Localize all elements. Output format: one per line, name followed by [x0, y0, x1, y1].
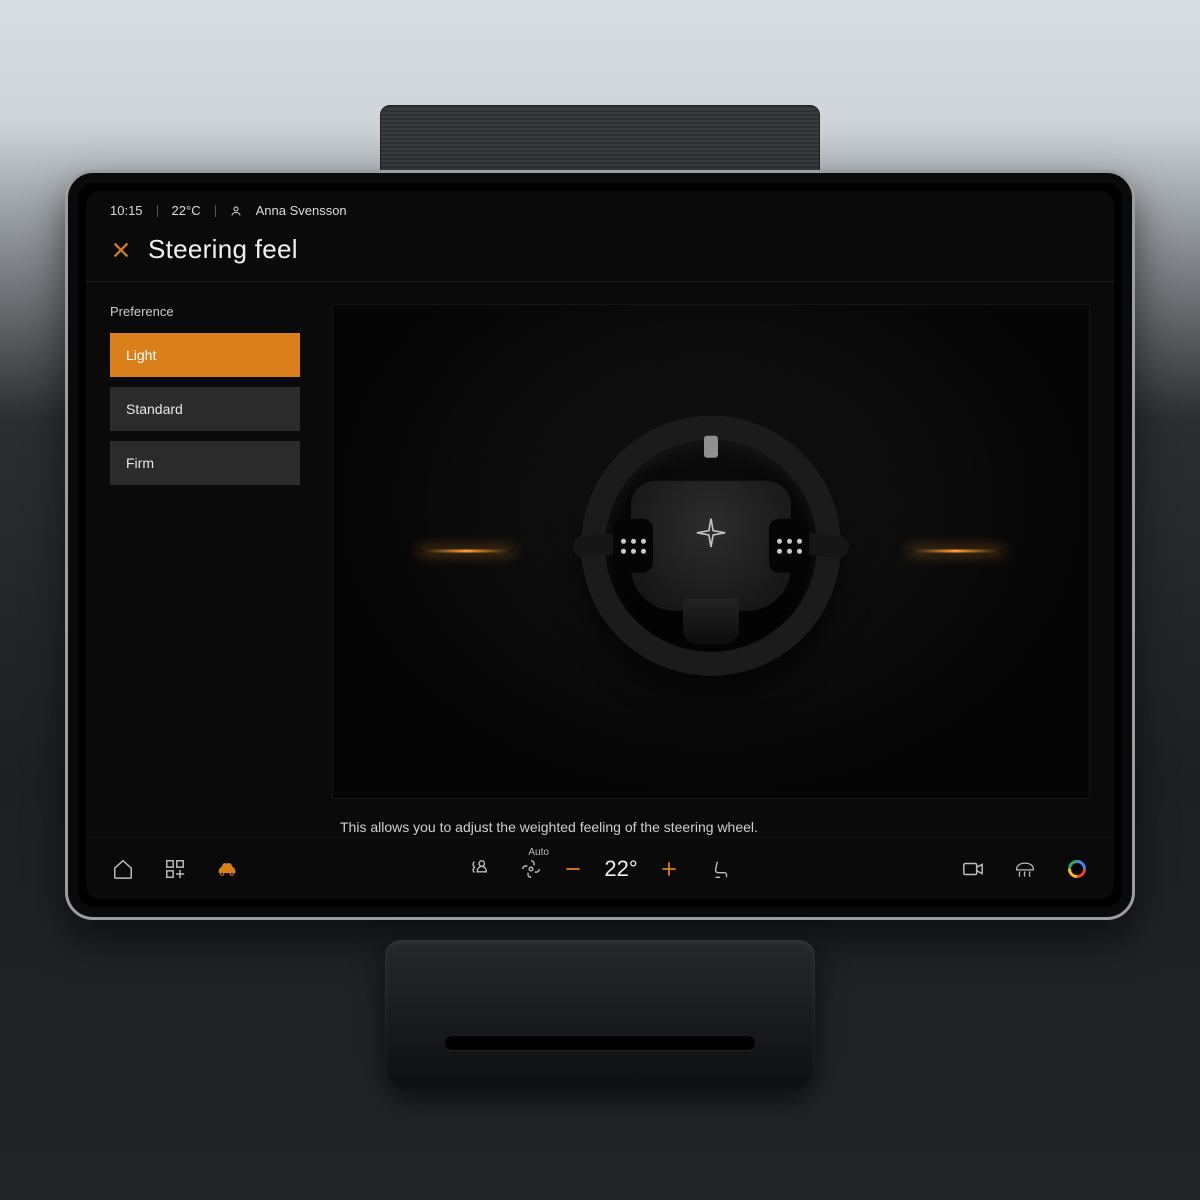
car-settings-icon[interactable] [216, 858, 238, 880]
preview-panel: This allows you to adjust the weighted f… [332, 304, 1090, 837]
apps-icon[interactable] [164, 858, 186, 880]
close-icon[interactable] [110, 239, 132, 261]
steering-wheel-graphic [581, 416, 841, 676]
preference-options: Light Standard Firm [110, 333, 300, 485]
polestar-logo-icon [694, 516, 728, 550]
preferences-panel: Preference Light Standard Firm [86, 282, 326, 837]
driver-seat-climate-icon[interactable] [468, 858, 490, 880]
screen: 10:15 22°C Anna Svensson Steering feel P… [86, 191, 1114, 899]
home-icon[interactable] [112, 858, 134, 880]
climate-temp-display: 22° [604, 856, 637, 882]
dashboard-speaker-grille [380, 105, 820, 175]
dashboard-tray [385, 940, 815, 1090]
steering-wheel-stage [332, 304, 1090, 799]
title-bar: Steering feel [86, 222, 1114, 282]
user-icon [230, 205, 242, 217]
fan-icon[interactable] [520, 858, 542, 880]
outside-temp: 22°C [172, 203, 201, 218]
status-bar: 10:15 22°C Anna Svensson [86, 191, 1114, 222]
page-title: Steering feel [148, 234, 298, 265]
indicator-glow-right [908, 550, 1003, 553]
dashboard-cd-slot [445, 1036, 755, 1050]
temp-decrease-button[interactable] [562, 858, 584, 880]
bottom-nav-bar: Auto 22° [86, 837, 1114, 899]
assistant-icon[interactable] [1066, 858, 1088, 880]
indicator-glow-left [419, 550, 514, 553]
climate-mode-label: Auto [528, 847, 549, 858]
section-label: Preference [110, 304, 326, 319]
defrost-icon[interactable] [1014, 858, 1036, 880]
temp-increase-button[interactable] [658, 858, 680, 880]
wheel-top-marker [704, 436, 718, 458]
camera-icon[interactable] [962, 858, 984, 880]
option-light[interactable]: Light [110, 333, 300, 377]
clock: 10:15 [110, 203, 143, 218]
content-body: Preference Light Standard Firm [86, 282, 1114, 837]
wheel-button-pod-right [769, 519, 809, 573]
wheel-hub [631, 481, 791, 611]
passenger-seat-climate-icon[interactable] [710, 858, 732, 880]
infotainment-tablet: 10:15 22°C Anna Svensson Steering feel P… [65, 170, 1135, 920]
user-name: Anna Svensson [256, 203, 347, 218]
climate-controls: Auto 22° [520, 856, 679, 882]
status-divider [215, 205, 216, 217]
wheel-button-pod-left [613, 519, 653, 573]
option-standard[interactable]: Standard [110, 387, 300, 431]
setting-description: This allows you to adjust the weighted f… [332, 799, 792, 837]
option-firm[interactable]: Firm [110, 441, 300, 485]
status-divider [157, 205, 158, 217]
